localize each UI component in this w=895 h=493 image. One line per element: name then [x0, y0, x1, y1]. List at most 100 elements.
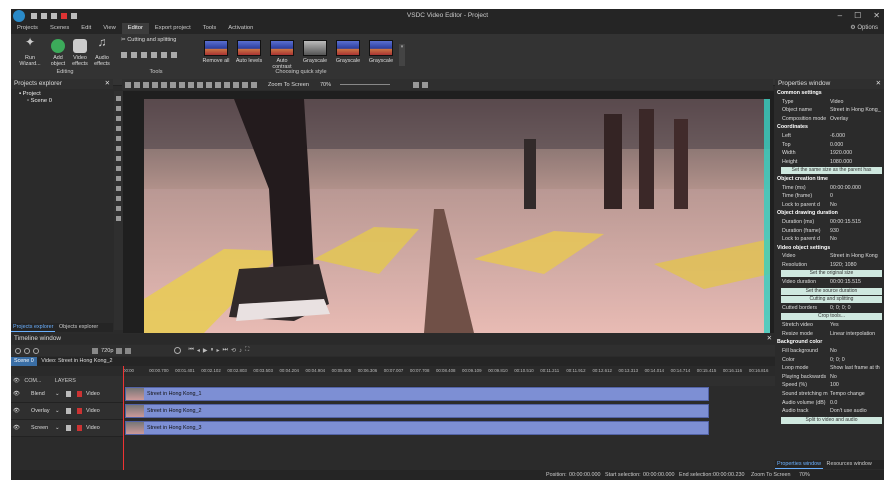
property-row[interactable]: Video Street in Hong Kong	[775, 252, 884, 261]
crop-icon[interactable]	[121, 52, 127, 58]
menu-view[interactable]: View	[97, 23, 121, 34]
property-value[interactable]: 1920; 1080	[830, 261, 857, 270]
chart-tool-icon[interactable]	[116, 186, 121, 191]
options-button[interactable]: ⚙ Options	[850, 24, 878, 31]
track-header[interactable]: 👁 Overlay ⌄ Video	[11, 403, 123, 420]
blend-mode-select[interactable]: Screen	[31, 420, 48, 437]
fullscreen-icon[interactable]: ⛶	[245, 347, 249, 354]
property-row[interactable]: Audio track Don't use audio	[775, 407, 884, 416]
property-button[interactable]: Set the source duration	[781, 287, 882, 295]
property-value[interactable]: Overlay	[830, 115, 848, 124]
tab-projects-explorer[interactable]: Projects explorer	[11, 323, 56, 332]
menu-tools[interactable]: Tools	[197, 23, 223, 34]
next-frame-icon[interactable]: ▸	[217, 347, 220, 354]
remove-layer-icon[interactable]	[24, 347, 30, 354]
close-icon[interactable]: ✕	[873, 11, 880, 20]
property-row[interactable]: Resolution 1920; 1080	[775, 261, 884, 270]
go-start-icon[interactable]: ⏮	[188, 347, 193, 354]
tree-project[interactable]: ▪ Project	[11, 89, 113, 97]
quick-style-auto-levels[interactable]: Auto levels	[234, 40, 264, 68]
layers-icon[interactable]	[197, 81, 203, 88]
cutting-splitting-button[interactable]: ✂ Cutting and splitting	[121, 37, 176, 43]
audio-effects-button[interactable]: ♫ Audio effects	[91, 36, 113, 67]
volume-icon[interactable]: ♪	[239, 348, 242, 354]
property-row[interactable]: Top 0.000	[775, 141, 884, 150]
property-value[interactable]: 100	[830, 381, 839, 390]
chevron-down-icon[interactable]: ⌄	[55, 403, 60, 420]
property-row[interactable]: Height 1080.000	[775, 158, 884, 167]
property-value[interactable]: Street in Hong Kong_	[830, 106, 881, 115]
split-icon[interactable]	[131, 52, 137, 58]
lock-icon[interactable]	[66, 391, 71, 397]
prev-frame-icon[interactable]: ◂	[197, 347, 200, 354]
trim-icon[interactable]	[171, 52, 177, 58]
property-section[interactable]: Object creation time	[775, 175, 884, 184]
property-row[interactable]: Time (frame) 0	[775, 192, 884, 201]
paste-icon[interactable]	[161, 81, 167, 88]
tab-objects-explorer[interactable]: Objects explorer	[57, 323, 100, 331]
stop-playback-icon[interactable]	[174, 347, 182, 354]
eye-icon[interactable]: 👁	[13, 425, 20, 431]
status-zoom-value[interactable]: 70%	[799, 470, 810, 480]
zoom-value[interactable]: 70%	[320, 82, 331, 88]
align-icon[interactable]	[206, 81, 212, 88]
pause-icon[interactable]: ⏸	[211, 347, 214, 354]
property-row[interactable]: Speed (%) 100	[775, 381, 884, 390]
property-row[interactable]: Loop mode Show last frame at th	[775, 364, 884, 373]
quick-style-remove-all[interactable]: Remove all	[201, 40, 231, 68]
eye-icon[interactable]: 👁	[13, 408, 20, 414]
tab-scene-0[interactable]: Scene 0	[11, 357, 37, 366]
property-value[interactable]: 0.0	[830, 399, 837, 408]
cut-icon[interactable]	[143, 81, 149, 88]
property-section[interactable]: Object drawing duration	[775, 209, 884, 218]
property-row[interactable]: Object name Street in Hong Kong_	[775, 106, 884, 115]
property-section[interactable]: Coordinates	[775, 123, 884, 132]
property-value[interactable]: No	[830, 347, 837, 356]
line-tool-icon[interactable]	[116, 116, 121, 121]
tab-resources-window[interactable]: Resources window	[825, 460, 874, 468]
menu-edit[interactable]: Edit	[75, 23, 97, 34]
chevron-down-icon[interactable]: ⌄	[55, 420, 60, 437]
snap-icon[interactable]	[242, 81, 248, 88]
property-value[interactable]: 0; 0; 0	[830, 356, 845, 365]
redo-icon[interactable]	[188, 81, 194, 88]
property-value[interactable]: No	[830, 373, 837, 382]
property-row[interactable]: Color 0; 0; 0	[775, 356, 884, 365]
flip-icon[interactable]	[151, 52, 157, 58]
timeline-clip[interactable]: Street in Hong Kong_1	[125, 387, 709, 401]
rotate-icon[interactable]	[141, 52, 147, 58]
eye-icon[interactable]: 👁	[13, 378, 20, 384]
property-row[interactable]: Lock to parent d No	[775, 201, 884, 210]
add-layer-icon[interactable]	[15, 347, 21, 354]
stop-icon[interactable]	[134, 81, 140, 88]
menu-activation[interactable]: Activation	[222, 23, 259, 34]
playhead[interactable]	[123, 366, 124, 470]
property-value[interactable]: Show last frame at th	[830, 364, 880, 373]
track-header[interactable]: 👁 Blend ⌄ Video	[11, 386, 123, 403]
snap-icon[interactable]	[125, 347, 132, 354]
quick-style-grayscale-1[interactable]: Grayscale	[300, 40, 330, 68]
property-button[interactable]: Set the same size as the parent has	[781, 167, 882, 175]
panel-close-icon[interactable]: ✕	[876, 79, 881, 89]
property-value[interactable]: Tempo change	[830, 390, 865, 399]
lock-icon[interactable]	[66, 408, 71, 414]
lock-icon[interactable]	[66, 425, 71, 431]
property-button[interactable]: Cutting and splitting	[781, 296, 882, 304]
menu-export-project[interactable]: Export project	[149, 23, 197, 34]
property-row[interactable]: Composition mode Overlay	[775, 115, 884, 124]
property-row[interactable]: Width 1920.000	[775, 149, 884, 158]
property-value[interactable]: 00:00:15.515	[830, 218, 861, 227]
property-button[interactable]: Crop tools...	[781, 313, 882, 321]
video-effects-button[interactable]: Video effects	[69, 39, 91, 67]
zoom-in-icon[interactable]	[33, 347, 39, 354]
video-tool-icon[interactable]	[116, 166, 121, 171]
property-button[interactable]: Split to video and audio	[781, 416, 882, 424]
image-tool-icon[interactable]	[116, 156, 121, 161]
property-value[interactable]: 0; 0; 0; 0	[830, 304, 851, 313]
timeline-close-icon[interactable]: ✕	[767, 334, 772, 344]
property-row[interactable]: Audio volume (dB) 0.0	[775, 399, 884, 408]
property-button[interactable]: Set the original size	[781, 270, 882, 278]
blend-mode-select[interactable]: Blend	[31, 386, 45, 403]
timeline-clip[interactable]: Street in Hong Kong_2	[125, 404, 709, 418]
property-value[interactable]: No	[830, 235, 837, 244]
